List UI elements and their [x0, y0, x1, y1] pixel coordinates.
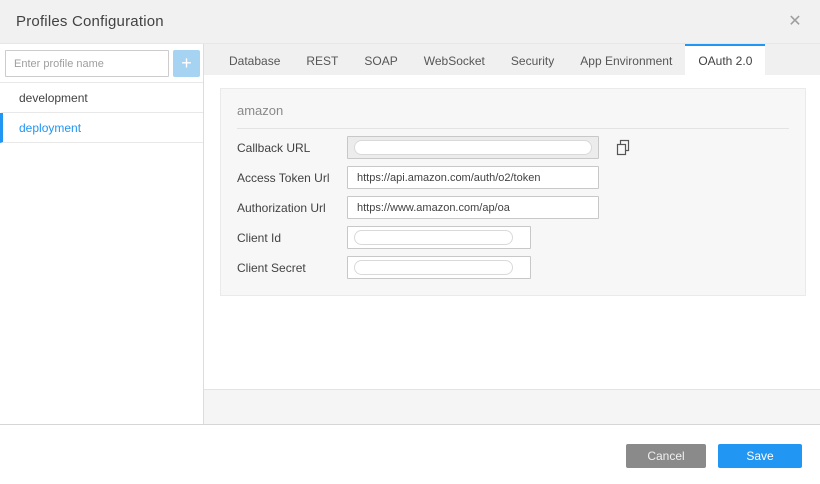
- profile-item-label: deployment: [19, 121, 81, 135]
- field-input-client-id[interactable]: [347, 226, 531, 249]
- dialog-title: Profiles Configuration: [16, 13, 164, 30]
- cancel-button[interactable]: Cancel: [626, 444, 706, 468]
- field-input-access-token-url[interactable]: [347, 166, 599, 189]
- field-label: Client Id: [237, 231, 347, 245]
- field-input-callback-url[interactable]: [347, 136, 599, 159]
- field-row-authorization-url: Authorization Url: [237, 196, 789, 219]
- field-row-access-token-url: Access Token Url: [237, 166, 789, 189]
- field-label: Client Secret: [237, 261, 347, 275]
- close-icon[interactable]: ✕: [786, 14, 804, 30]
- tab-soap[interactable]: SOAP: [351, 44, 410, 75]
- profile-name-input[interactable]: [5, 50, 169, 77]
- profile-item-label: development: [19, 91, 88, 105]
- panel-footer-strip: [204, 389, 820, 424]
- tab-rest[interactable]: REST: [293, 44, 351, 75]
- tab-oauth-2-0[interactable]: OAuth 2.0: [685, 44, 765, 75]
- profile-detail-panel: DatabaseRESTSOAPWebSocketSecurityApp Env…: [204, 44, 820, 424]
- dialog-footer: Cancel Save: [0, 424, 820, 484]
- profiles-sidebar: + development deployment: [0, 44, 204, 424]
- tab-websocket[interactable]: WebSocket: [411, 44, 498, 75]
- add-profile-button[interactable]: +: [173, 50, 200, 77]
- section-title: amazon: [237, 101, 789, 128]
- profile-item-deployment[interactable]: deployment: [0, 113, 203, 143]
- save-button[interactable]: Save: [718, 444, 802, 468]
- field-row-callback-url: Callback URL: [237, 136, 789, 159]
- section-divider: [237, 128, 789, 129]
- oauth-fields: Callback URL Access Token Url Authorizatio…: [237, 136, 789, 279]
- redacted-value: [354, 260, 513, 275]
- field-row-client-secret: Client Secret: [237, 256, 789, 279]
- field-input-client-secret[interactable]: [347, 256, 531, 279]
- dialog-header: Profiles Configuration ✕: [0, 0, 820, 44]
- dialog-body: + development deployment DatabaseRESTSOAP…: [0, 44, 820, 424]
- field-input-authorization-url[interactable]: [347, 196, 599, 219]
- profile-list: development deployment: [0, 82, 203, 143]
- tab-security[interactable]: Security: [498, 44, 567, 75]
- amazon-oauth-fieldset: amazon Callback URL Access Token Url Autho…: [220, 88, 806, 296]
- field-label: Authorization Url: [237, 201, 347, 215]
- tab-database[interactable]: Database: [216, 44, 293, 75]
- redacted-value: [354, 140, 592, 155]
- copy-icon[interactable]: [615, 139, 632, 157]
- settings-tabbar: DatabaseRESTSOAPWebSocketSecurityApp Env…: [204, 44, 820, 75]
- tab-app-environment[interactable]: App Environment: [567, 44, 685, 75]
- oauth-tab-content: amazon Callback URL Access Token Url Autho…: [204, 75, 820, 389]
- field-label: Callback URL: [237, 141, 347, 155]
- profile-name-row: +: [0, 44, 203, 82]
- field-row-client-id: Client Id: [237, 226, 789, 249]
- redacted-value: [354, 230, 513, 245]
- field-label: Access Token Url: [237, 171, 347, 185]
- profile-item-development[interactable]: development: [0, 83, 203, 113]
- profiles-configuration-dialog: Profiles Configuration ✕ + developmentde…: [0, 0, 820, 484]
